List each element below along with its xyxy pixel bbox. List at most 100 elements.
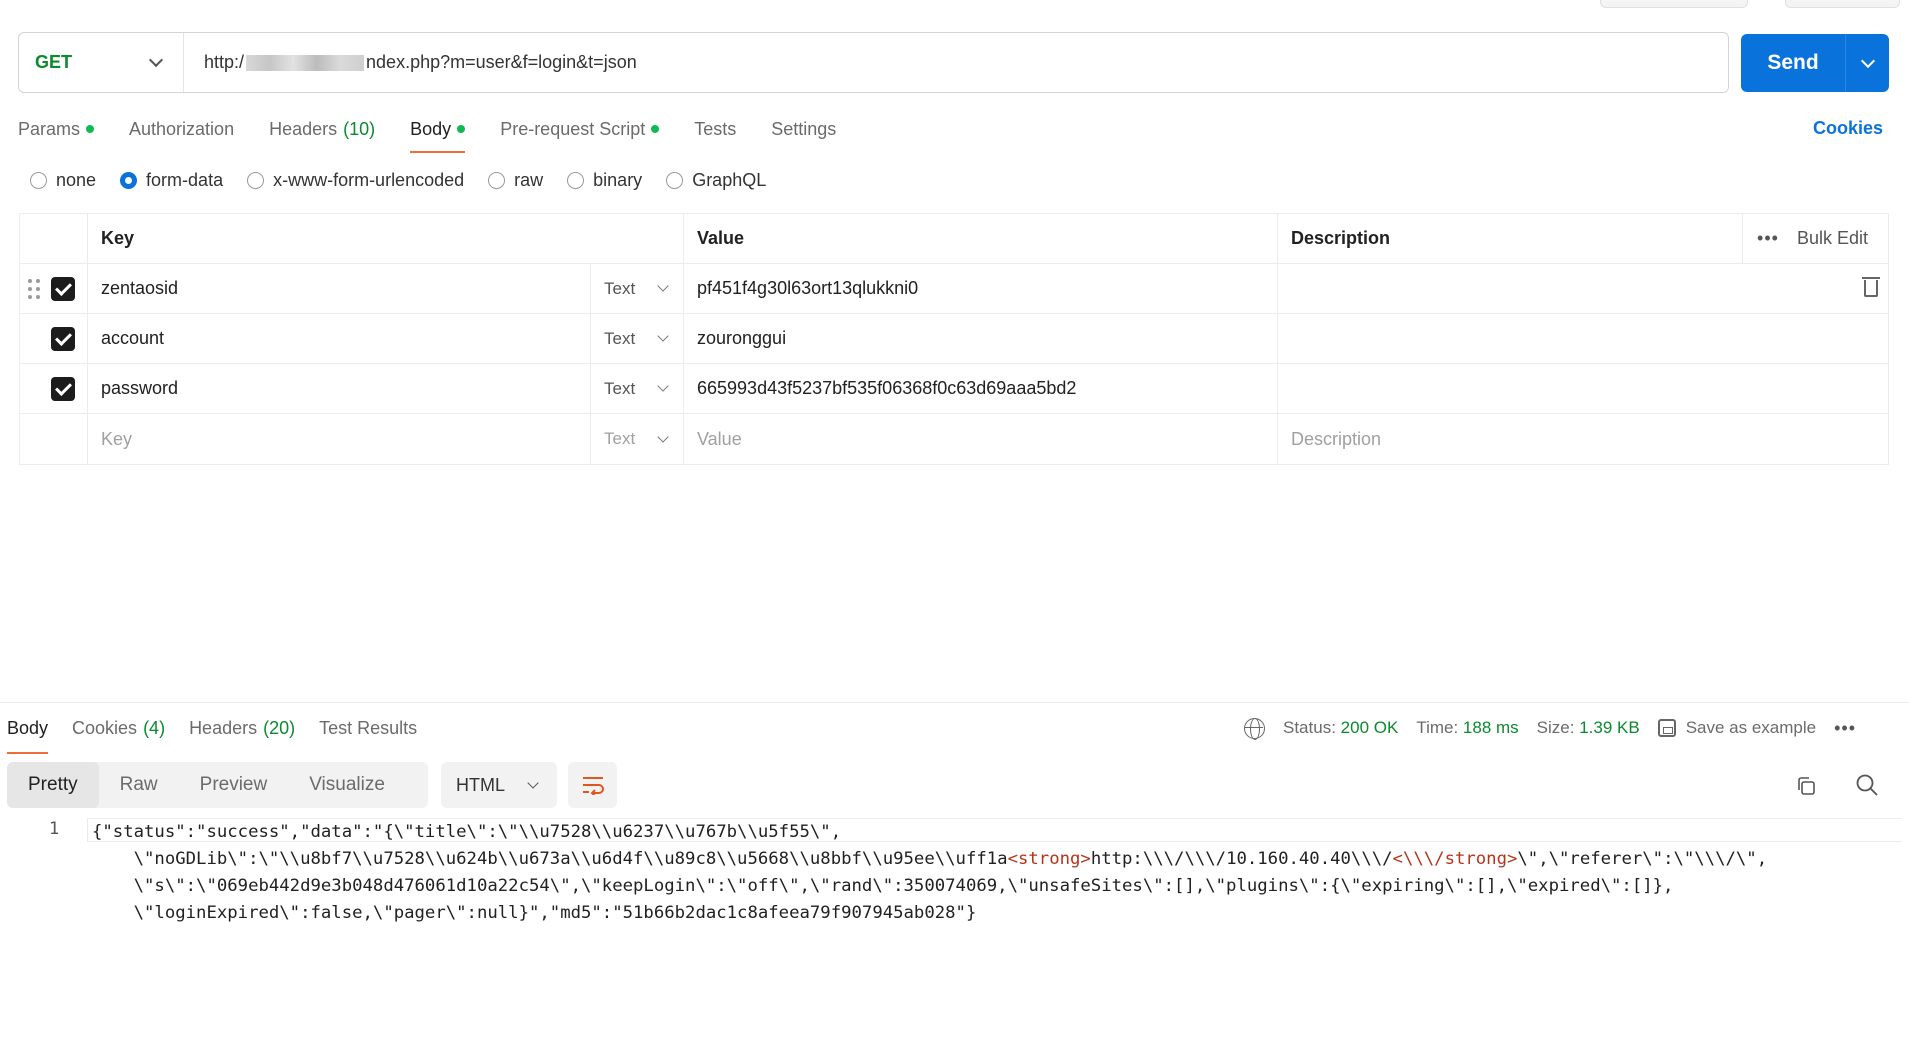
method-select[interactable]: GET [19, 33, 184, 92]
key-input[interactable]: Key [88, 414, 591, 464]
top-toolbar-stub [1600, 0, 1748, 8]
radio-icon [488, 172, 506, 189]
radio-graphql[interactable]: GraphQL [666, 170, 766, 191]
radio-urlencoded[interactable]: x-www-form-urlencoded [247, 170, 464, 191]
chevron-down-icon [657, 380, 669, 392]
tab-label: Body [7, 717, 49, 738]
tab-body[interactable]: Body [410, 114, 466, 153]
search-icon[interactable] [1855, 773, 1879, 797]
time-label: Time: [1416, 718, 1459, 737]
status-dot-icon [457, 125, 466, 133]
pane-divider[interactable] [0, 702, 1909, 703]
row-enabled-checkbox[interactable] [51, 376, 75, 401]
type-select[interactable]: Text [591, 414, 684, 464]
copy-icon[interactable] [1796, 776, 1816, 796]
description-cell[interactable] [1278, 314, 1888, 363]
value-cell[interactable]: 665993d43f5237bf535f06368f0c63d69aaa5bd2 [684, 364, 1278, 413]
size-info[interactable]: Size: 1.39 KB [1537, 718, 1640, 738]
mode-visualize[interactable]: Visualize [288, 762, 406, 808]
tab-headers[interactable]: Headers (10) [269, 114, 375, 144]
chevron-down-icon [527, 776, 539, 789]
description-cell[interactable] [1278, 364, 1888, 413]
tab-label: Tests [694, 118, 737, 139]
save-as-example-button[interactable]: Save as example [1657, 718, 1817, 738]
language-select[interactable]: HTML [441, 762, 557, 808]
tab-response-headers[interactable]: Headers (20) [189, 713, 295, 743]
radio-icon [30, 172, 47, 189]
url-input[interactable]: http:/ ndex.php?m=user&f=login&t=json [184, 52, 1728, 73]
request-url-bar: GET http:/ ndex.php?m=user&f=login&t=jso… [18, 32, 1729, 93]
table-row: account Text zouronggui [20, 314, 1888, 364]
row-controls [20, 364, 88, 413]
tab-test-results[interactable]: Test Results [319, 713, 417, 743]
tab-label: Headers [269, 118, 338, 139]
send-options-button[interactable] [1845, 34, 1889, 92]
tab-count: (10) [343, 118, 376, 139]
wrap-lines-button[interactable] [568, 762, 617, 808]
row-controls [20, 264, 88, 313]
type-select[interactable]: Text [591, 364, 684, 413]
delete-row-icon[interactable] [1862, 277, 1880, 297]
type-select[interactable]: Text [591, 264, 684, 313]
tab-label: Authorization [129, 118, 235, 139]
radio-label: none [56, 170, 97, 190]
send-button[interactable]: Send [1741, 34, 1889, 92]
tab-response-body[interactable]: Body [7, 713, 49, 754]
tab-tests[interactable]: Tests [694, 114, 736, 144]
tab-authorization[interactable]: Authorization [129, 114, 234, 144]
mode-raw[interactable]: Raw [99, 762, 179, 808]
radio-none[interactable]: none [30, 170, 96, 191]
radio-selected-icon [120, 172, 138, 189]
table-header-row: Key Value Description ••• Bulk Edit [20, 214, 1888, 264]
tab-params[interactable]: Params [18, 114, 95, 144]
description-cell[interactable] [1278, 264, 1888, 313]
key-cell[interactable]: account [88, 314, 591, 363]
value-input[interactable]: Value [684, 414, 1278, 464]
tab-response-cookies[interactable]: Cookies (4) [72, 713, 165, 743]
status-info[interactable]: Status: 200 OK [1283, 718, 1398, 738]
bulk-edit-button[interactable]: Bulk Edit [1797, 228, 1868, 249]
code-tag: <\\\/strong> [1392, 849, 1518, 869]
key-cell[interactable]: zentaosid [88, 264, 591, 313]
globe-icon[interactable] [1244, 717, 1265, 740]
time-info[interactable]: Time: 188 ms [1416, 718, 1518, 738]
key-cell[interactable]: password [88, 364, 591, 413]
description-input[interactable]: Description [1278, 414, 1888, 464]
radio-raw[interactable]: raw [488, 170, 543, 191]
url-suffix: ndex.php?m=user&f=login&t=json [366, 52, 637, 72]
bulk-edit-group: ••• Bulk Edit [1742, 214, 1888, 263]
row-enabled-checkbox[interactable] [51, 276, 75, 301]
tab-count: (4) [143, 717, 166, 738]
tab-label: Cookies [72, 717, 138, 738]
header-spacer [20, 214, 88, 263]
response-view-mode: Pretty Raw Preview Visualize [7, 762, 428, 808]
column-header-description-label: Description [1291, 228, 1391, 248]
type-label: Text [604, 429, 636, 448]
radio-icon [567, 172, 585, 189]
more-options-icon[interactable]: ••• [1834, 718, 1856, 739]
type-label: Text [604, 328, 636, 348]
mode-pretty[interactable]: Pretty [7, 762, 99, 808]
code-line: \"s\":\"069eb442d9e3b048d476061d10a22c54… [92, 876, 1674, 896]
value-cell[interactable]: pf451f4g30l63ort13qlukkni0 [684, 264, 1278, 313]
code-text: \"noGDLib\":\"\\u8bf7\\u7528\\u624b\\u67… [92, 849, 1008, 869]
radio-binary[interactable]: binary [567, 170, 642, 191]
size-value: 1.39 KB [1579, 718, 1640, 737]
column-header-key: Key [88, 214, 684, 263]
drag-handle-icon[interactable] [28, 278, 42, 299]
status-dot-icon [651, 125, 660, 133]
row-controls [20, 314, 88, 363]
mode-preview[interactable]: Preview [179, 762, 289, 808]
value-cell[interactable]: zouronggui [684, 314, 1278, 363]
radio-form-data[interactable]: form-data [120, 170, 223, 191]
type-select[interactable]: Text [591, 314, 684, 363]
response-body-code[interactable]: {"status":"success","data":"{\"title\":\… [92, 819, 1892, 927]
time-value: 188 ms [1462, 718, 1519, 737]
wrap-lines-icon [582, 777, 604, 795]
more-options-icon[interactable]: ••• [1757, 228, 1779, 249]
row-enabled-checkbox[interactable] [51, 326, 75, 351]
tab-pre-request-script[interactable]: Pre-request Script [500, 114, 660, 144]
tab-settings[interactable]: Settings [771, 114, 836, 144]
save-as-example-label: Save as example [1685, 718, 1817, 737]
cookies-link[interactable]: Cookies [1813, 118, 1883, 139]
